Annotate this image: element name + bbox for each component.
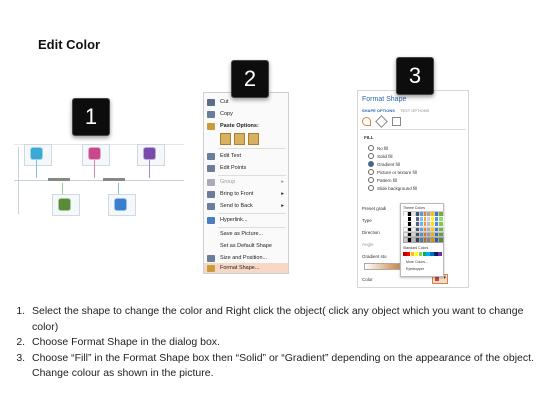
effects-icon[interactable]: [375, 115, 388, 128]
format-icon: [207, 264, 215, 272]
eyedropper-item[interactable]: Eyedropper: [406, 267, 424, 271]
menu-item-group[interactable]: Group ▸: [204, 177, 288, 187]
edit-points-icon: [207, 164, 215, 172]
step-badge-1: 1: [72, 98, 110, 136]
paste-picture-icon[interactable]: [234, 133, 245, 145]
group-icon: [207, 178, 215, 186]
pink-shape[interactable]: [89, 148, 100, 159]
field-color: Color: [362, 277, 373, 282]
option-solid-fill[interactable]: Solid fill: [368, 153, 393, 159]
size-properties-icon[interactable]: [392, 117, 401, 126]
edit-text-icon: [207, 152, 215, 160]
menu-item-bring-to-front[interactable]: Bring to Front ▸: [204, 189, 288, 199]
more-colors-link[interactable]: More Colors...: [406, 260, 428, 264]
paint-bucket-icon: [435, 277, 439, 281]
copy-icon: [207, 110, 215, 118]
menu-item-copy[interactable]: Copy: [204, 109, 288, 119]
gradient-stops-bar[interactable]: [364, 263, 400, 270]
paste-option-buttons[interactable]: [220, 133, 259, 145]
field-angle: Angle: [362, 242, 374, 247]
shape-diagram: [14, 138, 184, 230]
format-shape-pane: Format Shape SHAPE OPTIONS TEXT OPTIONS …: [357, 90, 469, 288]
menu-item-format-shape[interactable]: Format Shape...: [204, 263, 288, 273]
menu-item-cut[interactable]: Cut: [204, 97, 288, 107]
green-shape[interactable]: [59, 199, 70, 210]
option-gradient-fill[interactable]: Gradient fill: [368, 161, 400, 167]
submenu-arrow-icon: ▸: [281, 203, 284, 209]
instruction-step-2: Choose Format Shape in the dialog box.: [28, 335, 546, 351]
blue-shape[interactable]: [115, 199, 126, 210]
paste-text-icon[interactable]: [248, 133, 259, 145]
instruction-step-1: Select the shape to change the color and…: [28, 304, 546, 335]
option-slide-background-fill[interactable]: Slide background fill: [368, 185, 417, 191]
step-badge-2: 2: [231, 60, 269, 98]
menu-item-paste-options: Paste Options:: [204, 121, 288, 131]
fill-section-header[interactable]: FILL: [364, 135, 374, 140]
menu-item-size-and-position[interactable]: Size and Position...: [204, 253, 288, 263]
tab-shape-options[interactable]: SHAPE OPTIONS: [362, 108, 395, 113]
context-menu: Cut Copy Paste Options: Edit Text Edit P…: [203, 92, 289, 274]
size-icon: [207, 254, 215, 262]
option-pattern-fill[interactable]: Pattern fill: [368, 177, 397, 183]
paste-keep-icon[interactable]: [220, 133, 231, 145]
submenu-arrow-icon: ▸: [281, 179, 284, 185]
field-type: Type: [362, 218, 372, 223]
bring-front-icon: [207, 190, 215, 198]
color-swatch[interactable]: [438, 252, 442, 256]
menu-item-save-as-picture[interactable]: Save as Picture...: [204, 229, 288, 239]
color-swatch[interactable]: [438, 237, 444, 243]
color-popup: Theme Colors Standard Colors More Colors…: [400, 203, 444, 277]
menu-item-set-default-shape[interactable]: Set as Default Shape: [204, 241, 288, 251]
standard-colors-label: Standard Colors: [403, 246, 429, 250]
option-no-fill[interactable]: No fill: [368, 145, 388, 151]
submenu-arrow-icon: ▸: [281, 191, 284, 197]
tab-text-options[interactable]: TEXT OPTIONS: [400, 108, 429, 113]
option-picture-fill[interactable]: Picture or texture fill: [368, 169, 417, 175]
step-badge-3: 3: [396, 57, 434, 95]
menu-item-edit-points[interactable]: Edit Points: [204, 163, 288, 173]
field-gradient-stops: Gradient sto: [362, 254, 387, 259]
scissors-icon: [207, 98, 215, 106]
field-direction: Direction: [362, 230, 380, 235]
page-title: Edit Color: [38, 37, 101, 52]
purple-shape[interactable]: [144, 148, 155, 159]
paste-icon: [207, 122, 215, 130]
field-preset-gradient: Preset gradi: [362, 206, 387, 211]
hyperlink-icon: [207, 216, 215, 224]
menu-item-send-to-back[interactable]: Send to Back ▸: [204, 201, 288, 211]
menu-item-hyperlink[interactable]: Hyperlink...: [204, 215, 288, 225]
format-shape-title: Format Shape: [362, 96, 407, 103]
fill-line-icon[interactable]: [362, 117, 371, 126]
cyan-shape[interactable]: [31, 148, 42, 159]
instructions: Select the shape to change the color and…: [6, 304, 546, 382]
menu-item-edit-text[interactable]: Edit Text: [204, 151, 288, 161]
send-back-icon: [207, 202, 215, 210]
instruction-step-3: Choose “Fill” in the Format Shape box th…: [28, 351, 546, 382]
theme-colors-label: Theme Colors: [403, 206, 425, 210]
